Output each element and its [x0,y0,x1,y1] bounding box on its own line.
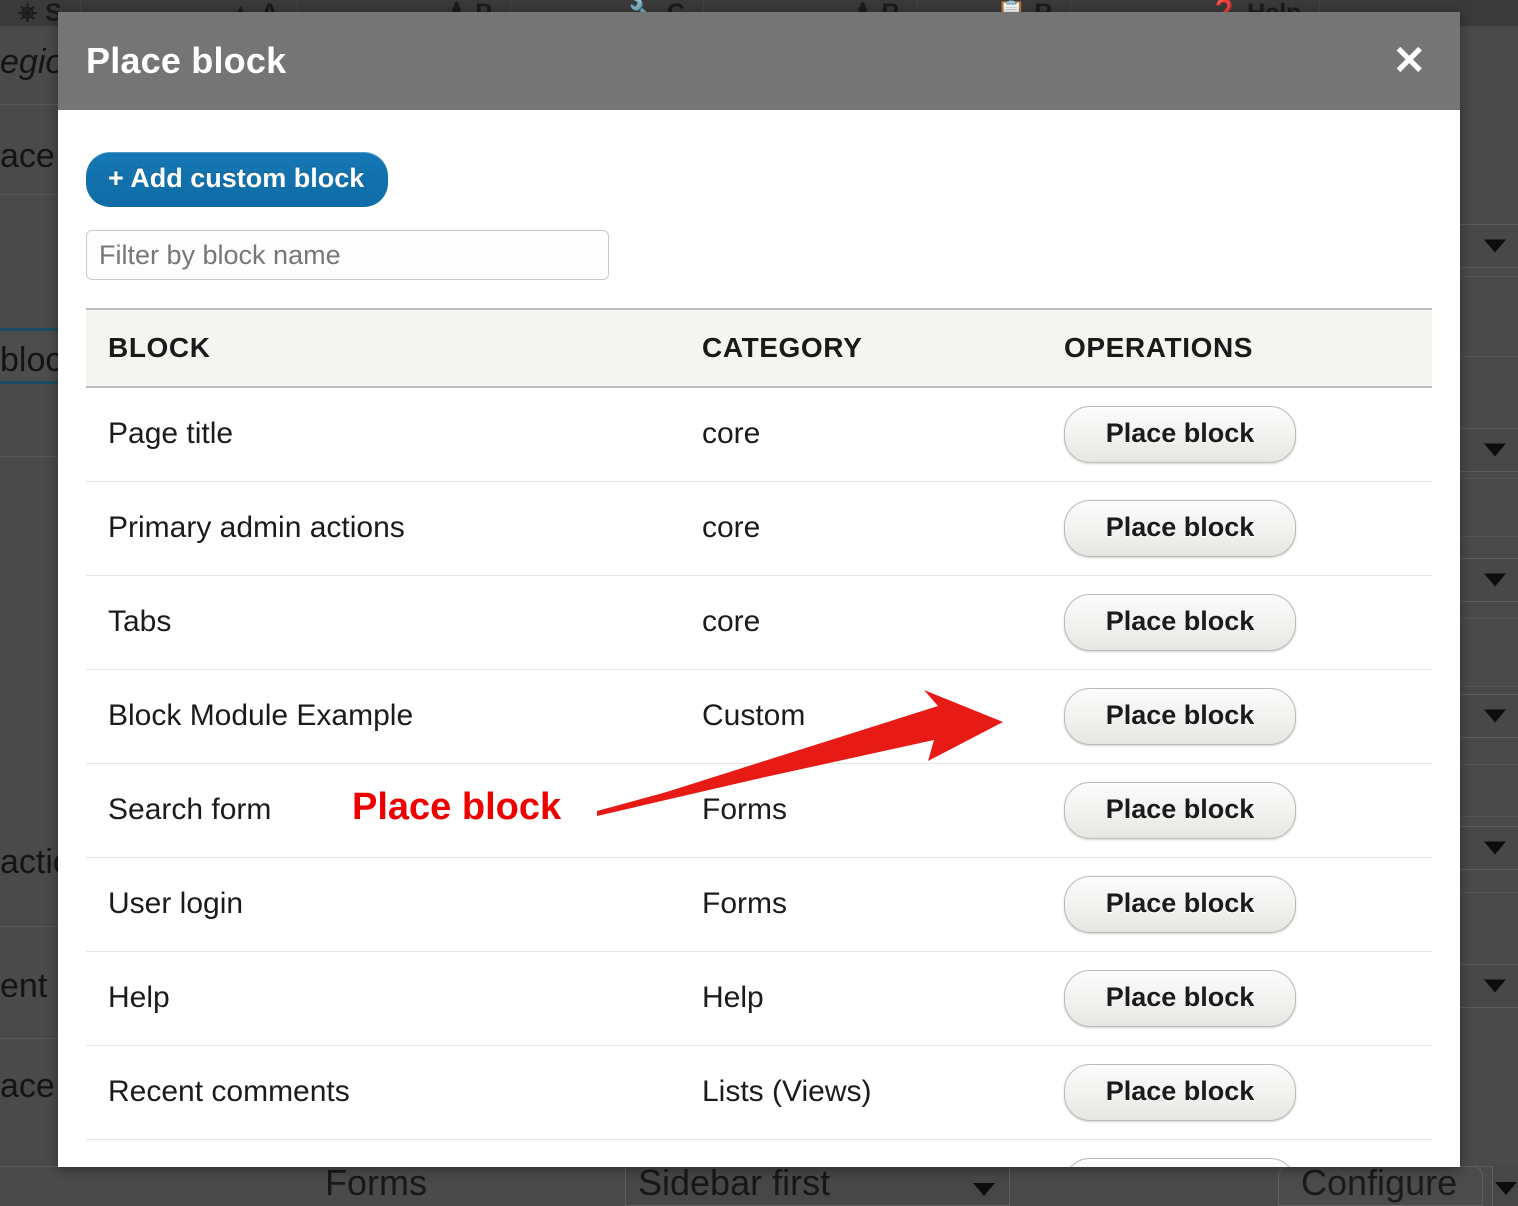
bg-bottom-category: Forms [325,1162,427,1203]
cell-block-name [86,1139,680,1167]
divider [1456,478,1518,479]
divider [1456,618,1518,619]
divider [1456,764,1518,765]
cell-operations: Place block [1042,1139,1432,1167]
bg-select-5[interactable] [1456,826,1518,870]
cell-category: Help [680,951,1042,1046]
cell-category: Custom [680,669,1042,764]
sitemap-icon: ⎈ [18,0,38,26]
cell-operations: Place block [1042,951,1432,1046]
divider [1456,536,1518,537]
cell-category [680,1139,1042,1167]
place-block-button[interactable]: Place block [1064,1157,1296,1167]
cell-operations: Place block [1042,387,1432,482]
table-row: Search form Forms Place block [86,763,1432,858]
dialog-body: + Add custom block BLOCK CATEGORY OPERAT… [58,110,1460,1167]
table-row: User login Forms Place block [86,857,1432,952]
cell-category: core [680,387,1042,482]
bg-select-3[interactable] [1456,558,1518,602]
cell-block-name: Recent comments [86,1045,680,1140]
bg-configure-label: Configure [1301,1162,1458,1203]
cell-block-name: Tabs [86,575,680,670]
bg-select-2[interactable] [1456,428,1518,472]
blocks-table: BLOCK CATEGORY OPERATIONS Page title cor… [86,308,1432,1167]
bg-region-select[interactable]: Sidebar first [625,1162,1010,1206]
chevron-down-icon [1484,709,1506,723]
bg-configure-button[interactable]: Configure [1278,1162,1483,1206]
place-block-button[interactable]: Place block [1064,969,1296,1027]
cell-category: Forms [680,857,1042,952]
dialog-header: Place block ✕ [58,12,1460,110]
table-row: Recent comments Lists (Views) Place bloc… [86,1045,1432,1140]
divider [1456,276,1518,277]
table-row: Page title core Place block [86,387,1432,482]
cell-operations: Place block [1042,857,1432,952]
bg-select-4[interactable] [1456,694,1518,738]
place-block-button[interactable]: Place block [1064,405,1296,463]
cell-operations: Place block [1042,763,1432,858]
cell-category: Lists (Views) [680,1045,1042,1140]
table-row: Block Module Example Custom Place block [86,669,1432,764]
table-row: Help Help Place block [86,951,1432,1046]
divider [1456,356,1518,357]
table-row: Primary admin actions core Place block [86,481,1432,576]
chevron-down-icon [1484,979,1506,993]
cell-block-name: Help [86,951,680,1046]
chevron-down-icon [1484,239,1506,253]
cell-operations: Place block [1042,1045,1432,1140]
column-header-operations: OPERATIONS [1042,308,1432,388]
cell-block-name: User login [86,857,680,952]
cell-block-name: Page title [86,387,680,482]
bg-configure-dropdown[interactable] [1492,1166,1518,1206]
chevron-down-icon [973,1183,995,1196]
divider [1456,686,1518,687]
table-header-row: BLOCK CATEGORY OPERATIONS [86,308,1432,388]
chevron-down-icon [1484,573,1506,587]
place-block-button[interactable]: Place block [1064,687,1296,745]
cell-operations: Place block [1042,575,1432,670]
cell-category: core [680,575,1042,670]
cell-block-name: Block Module Example [86,669,680,764]
background-bottom-row: Forms Sidebar first Configure [0,1162,1518,1206]
table-row: Tabs core Place block [86,575,1432,670]
cell-block-name: Primary admin actions [86,481,680,576]
place-block-button[interactable]: Place block [1064,875,1296,933]
cell-operations: Place block [1042,669,1432,764]
divider [1456,816,1518,817]
bg-region-select-value: Sidebar first [638,1162,831,1203]
cell-category: core [680,481,1042,576]
column-header-category: CATEGORY [680,308,1042,388]
divider [1456,892,1518,893]
chevron-down-icon [1495,1182,1517,1195]
bg-select-6[interactable] [1456,964,1518,1008]
place-block-button[interactable]: Place block [1064,499,1296,557]
place-block-button[interactable]: Place block [1064,781,1296,839]
place-block-button[interactable]: Place block [1064,1063,1296,1121]
close-icon[interactable]: ✕ [1386,37,1432,85]
table-row-partial: Place block [86,1139,1432,1167]
dialog-title: Place block [86,40,287,81]
cell-operations: Place block [1042,481,1432,576]
add-custom-block-button[interactable]: + Add custom block [86,152,389,207]
place-block-dialog: Place block ✕ + Add custom block BLOCK C… [58,12,1460,1167]
filter-input[interactable] [86,230,609,280]
place-block-button[interactable]: Place block [1064,593,1296,651]
column-header-block: BLOCK [86,308,680,388]
cell-block-name: Search form [86,763,680,858]
cell-category: Forms [680,763,1042,858]
bg-select-1[interactable] [1456,224,1518,268]
background-right-column [1456,26,1518,1206]
chevron-down-icon [1484,841,1506,855]
chevron-down-icon [1484,443,1506,457]
